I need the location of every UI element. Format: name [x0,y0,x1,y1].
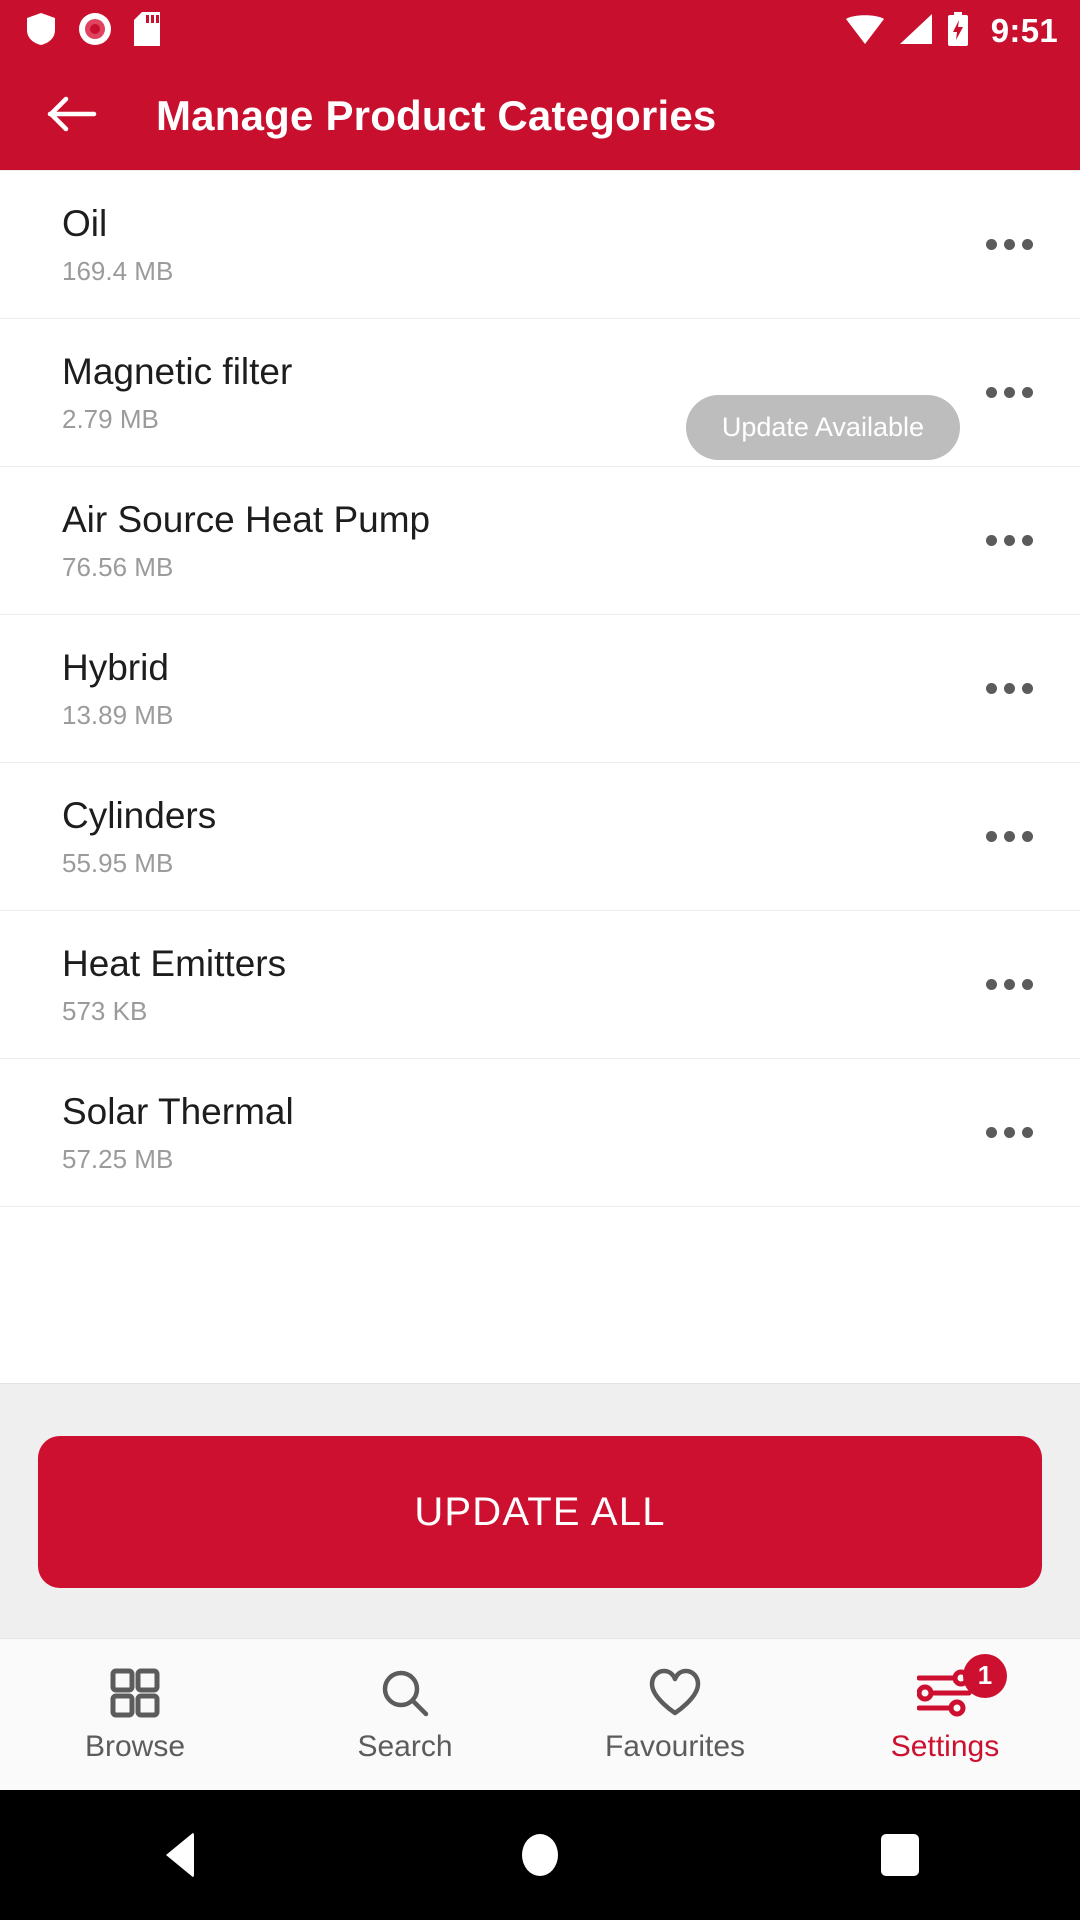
back-triangle-icon [166,1832,194,1878]
list-item-texts: Cylinders 55.95 MB [62,797,216,876]
category-size: 76.56 MB [62,552,174,582]
phone-screen: 9:51 Manage Product Categories Oil 169.4… [0,0,1080,1920]
signal-icon [899,13,933,50]
more-options-icon[interactable] [974,506,1044,576]
battery-charging-icon [947,11,969,51]
category-size: 2.79 MB [62,404,159,434]
back-button[interactable] [40,84,104,148]
nav-label: Settings [890,1729,1000,1763]
category-name: Cylinders [62,795,217,836]
list-item[interactable]: Magnetic filter 2.79 MB Update Available [0,319,1080,467]
shield-icon [26,12,56,51]
more-options-icon[interactable] [974,1098,1044,1168]
list-item[interactable]: Hybrid 13.89 MB [0,615,1080,763]
update-all-button[interactable]: UPDATE ALL [38,1436,1042,1588]
sliders-icon: 1 [916,1653,1007,1718]
more-options-icon[interactable] [974,950,1044,1020]
list-item[interactable]: Oil 169.4 MB [0,171,1080,319]
category-size: 57.25 MB [62,1144,174,1174]
arrow-back-icon [47,95,97,138]
list-item-texts: Magnetic filter 2.79 MB [62,353,292,432]
status-bar-right-icons: 9:51 [845,11,1058,51]
update-available-badge[interactable]: Update Available [685,395,960,460]
category-size: 13.89 MB [62,700,174,730]
wifi-icon [845,13,885,50]
list-item[interactable]: Heat Emitters 573 KB [0,911,1080,1059]
list-item-texts: Hybrid 13.89 MB [62,649,173,728]
status-bar-left-icons [26,11,160,51]
sd-card-icon [134,11,160,51]
list-item[interactable]: Solar Thermal 57.25 MB [0,1059,1080,1207]
action-area: UPDATE ALL [0,1383,1080,1638]
category-name: Air Source Heat Pump [62,499,431,540]
system-home-button[interactable] [360,1834,720,1876]
list-item-texts: Air Source Heat Pump 76.56 MB [62,501,430,580]
list-item-texts: Heat Emitters 573 KB [62,945,286,1024]
heart-icon [649,1668,701,1718]
home-circle-icon [522,1834,558,1876]
page-title: Manage Product Categories [156,92,717,139]
more-options-icon[interactable] [974,654,1044,724]
list-item-texts: Oil 169.4 MB [62,205,173,284]
bottom-navigation: Browse Search Favourites 1 Settings [0,1638,1080,1790]
category-name: Hybrid [62,647,169,688]
category-size: 573 KB [62,996,148,1026]
category-name: Solar Thermal [62,1091,294,1132]
search-icon [380,1668,430,1718]
category-name: Heat Emitters [62,943,287,984]
system-navigation-bar [0,1790,1080,1920]
system-recents-button[interactable] [720,1834,1080,1876]
category-list: Oil 169.4 MB Magnetic filter 2.79 MB Upd… [0,170,1080,1383]
more-options-icon[interactable] [974,802,1044,872]
nav-label: Favourites [604,1729,746,1763]
category-size: 55.95 MB [62,848,174,878]
more-options-icon[interactable] [974,210,1044,280]
category-name: Oil [62,203,108,244]
nav-item-settings[interactable]: 1 Settings [810,1639,1080,1790]
list-item-texts: Solar Thermal 57.25 MB [62,1093,294,1172]
more-options-icon[interactable] [974,358,1044,428]
nav-label: Search [357,1729,453,1763]
nav-item-favourites[interactable]: Favourites [540,1639,810,1790]
status-badge: 1 [963,1653,1007,1698]
app-bar: Manage Product Categories [0,62,1080,170]
list-item[interactable]: Air Source Heat Pump 76.56 MB [0,467,1080,615]
status-time: 9:51 [990,12,1058,49]
system-back-button[interactable] [0,1832,360,1878]
category-size: 169.4 MB [62,256,174,286]
category-name: Magnetic filter [62,351,293,392]
list-item[interactable]: Cylinders 55.95 MB [0,763,1080,911]
nav-item-browse[interactable]: Browse [0,1639,270,1790]
recents-square-icon [881,1834,919,1876]
nav-label: Browse [84,1729,186,1763]
nav-item-search[interactable]: Search [270,1639,540,1790]
status-bar: 9:51 [0,0,1080,62]
record-icon [78,12,112,51]
grid-icon [110,1668,160,1718]
